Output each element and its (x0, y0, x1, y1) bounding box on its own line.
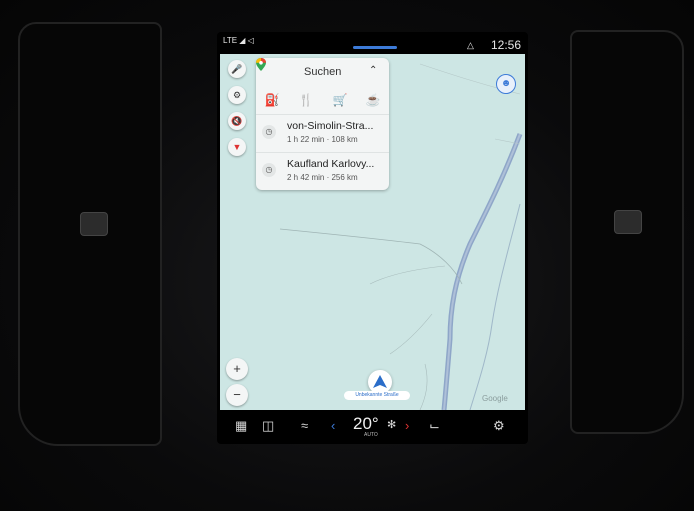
driver-profile-icon: △ (467, 40, 474, 50)
microphone-button[interactable]: 🎤 (228, 60, 246, 78)
map-view[interactable]: ☻ 🎤 ⚙ 🔇 ▼ Suchen ⌃ ⛽ 🍴 🛒 ☕ ◷ von-Simolin… (220, 54, 525, 410)
category-shortcuts: ⛽ 🍴 🛒 ☕ (256, 88, 389, 112)
search-bar[interactable]: Suchen ⌃ (256, 58, 389, 86)
passenger-seat-icon[interactable]: ⌙ (429, 418, 440, 434)
history-clock-icon: ◷ (262, 125, 276, 139)
right-air-vent (570, 30, 684, 434)
microphone-icon: 🎤 (231, 63, 243, 74)
speaker-muted-icon: 🔇 (231, 115, 243, 126)
road-line (419, 363, 428, 410)
infotainment-screen: LTE ◢ ◁ △ 12:56 ☻ 🎤 ⚙ 🔇 ▼ Suchen ⌃ ⛽ 🍴 🛒… (217, 32, 528, 444)
zoom-in-button[interactable]: + (226, 358, 248, 380)
search-panel: Suchen ⌃ ⛽ 🍴 🛒 ☕ ◷ von-Simolin-Stra... 1… (256, 58, 389, 190)
fan-mode-label: AUTO (364, 432, 378, 438)
current-street-label: Unbekannte Straße (344, 391, 410, 400)
recent-destination[interactable]: ◷ Kaufland Karlovy... 2 h 42 min · 256 k… (256, 152, 389, 189)
road-line (369, 265, 446, 285)
shopping-cart-icon[interactable]: 🛒 (329, 91, 351, 109)
temp-down-icon[interactable]: ‹ (331, 418, 335, 433)
settings-gear-icon[interactable]: ⚙ (493, 418, 505, 434)
vent-knob[interactable] (614, 210, 642, 234)
history-clock-icon: ◷ (262, 163, 276, 177)
destination-name: von-Simolin-Stra... (287, 120, 374, 132)
chevron-up-icon[interactable]: ⌃ (369, 65, 377, 76)
mute-button[interactable]: 🔇 (228, 112, 246, 130)
compass-button[interactable]: ▼ (228, 138, 246, 156)
gear-icon: ⚙ (232, 89, 242, 100)
vent-knob[interactable] (80, 212, 108, 236)
river-line (469, 203, 521, 410)
camera-icon[interactable]: ◫ (262, 418, 274, 434)
zoom-out-button[interactable]: − (226, 384, 248, 406)
destination-name: Kaufland Karlovy... (287, 158, 375, 170)
left-air-vent (18, 22, 162, 446)
google-maps-icon (256, 58, 266, 71)
climate-bar: ▦ ◫ ≈ ‹ 20° ✻ AUTO › ⌙ ⚙ (217, 412, 528, 444)
clock-time: 12:56 (491, 38, 522, 52)
pull-down-handle[interactable] (353, 46, 397, 49)
temperature-value[interactable]: 20° (353, 414, 379, 434)
compass-icon: ▼ (232, 142, 242, 152)
road-line (389, 313, 433, 355)
dashboard-bezel: LTE ◢ ◁ △ 12:56 ☻ 🎤 ⚙ 🔇 ▼ Suchen ⌃ ⛽ 🍴 🛒… (0, 0, 694, 511)
settings-button[interactable]: ⚙ (228, 86, 246, 104)
cafe-icon[interactable]: ☕ (362, 91, 384, 109)
account-icon[interactable]: ☻ (496, 74, 516, 94)
gas-station-icon[interactable]: ⛽ (261, 91, 283, 109)
seat-heat-icon[interactable]: ≈ (301, 418, 308, 433)
search-label: Suchen (304, 66, 342, 78)
temp-up-icon[interactable]: › (405, 418, 409, 433)
destination-eta: 1 h 22 min · 108 km (287, 135, 358, 144)
restaurant-icon[interactable]: 🍴 (295, 91, 317, 109)
status-bar: LTE ◢ ◁ △ 12:56 (217, 32, 528, 54)
road-line (279, 228, 463, 285)
destination-eta: 2 h 42 min · 256 km (287, 173, 358, 182)
signal-indicator: LTE ◢ ◁ (223, 36, 254, 45)
app-grid-icon[interactable]: ▦ (235, 418, 247, 434)
fan-icon[interactable]: ✻ (387, 418, 396, 431)
recent-destination[interactable]: ◷ von-Simolin-Stra... 1 h 22 min · 108 k… (256, 114, 389, 151)
map-attribution: Google (482, 394, 508, 403)
